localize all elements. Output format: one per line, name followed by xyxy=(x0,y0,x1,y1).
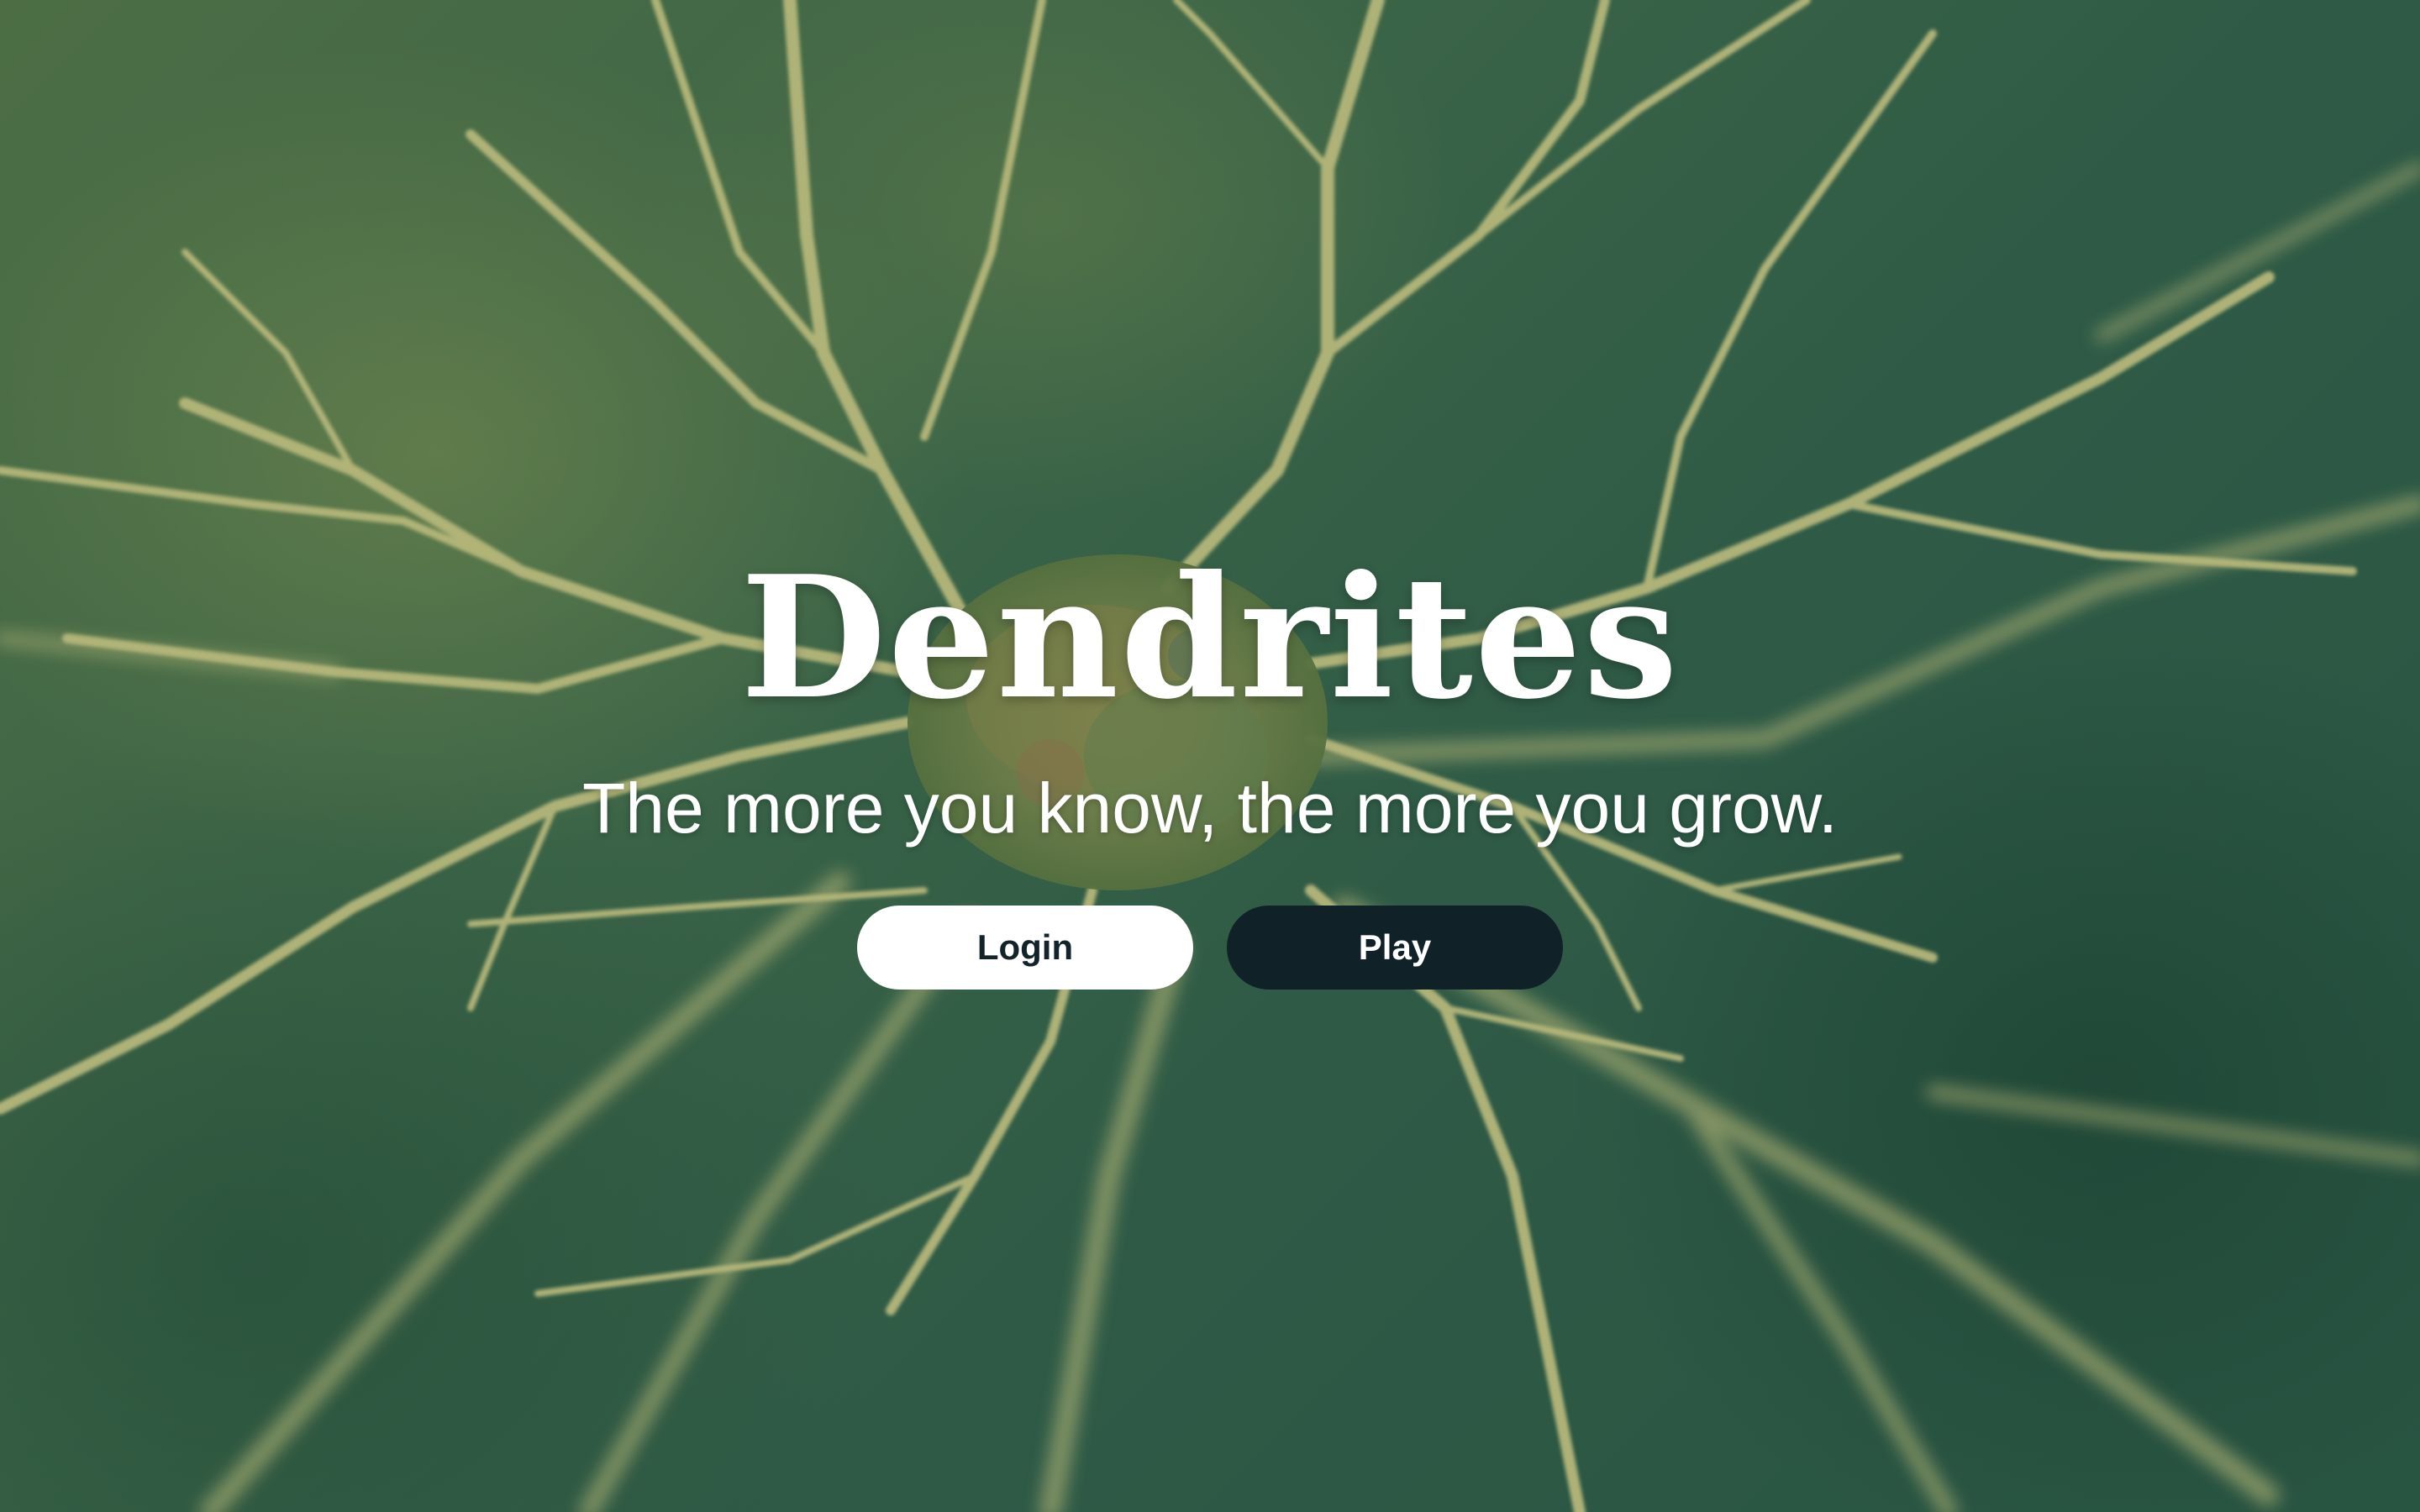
tagline: The more you know, the more you grow. xyxy=(581,769,1839,848)
app-title: Dendrites xyxy=(740,539,1680,737)
hero-section: Dendrites The more you know, the more yo… xyxy=(0,0,2420,1512)
play-button[interactable]: Play xyxy=(1227,906,1563,990)
landing-content: Dendrites The more you know, the more yo… xyxy=(0,0,2420,1512)
login-button[interactable]: Login xyxy=(857,906,1193,990)
